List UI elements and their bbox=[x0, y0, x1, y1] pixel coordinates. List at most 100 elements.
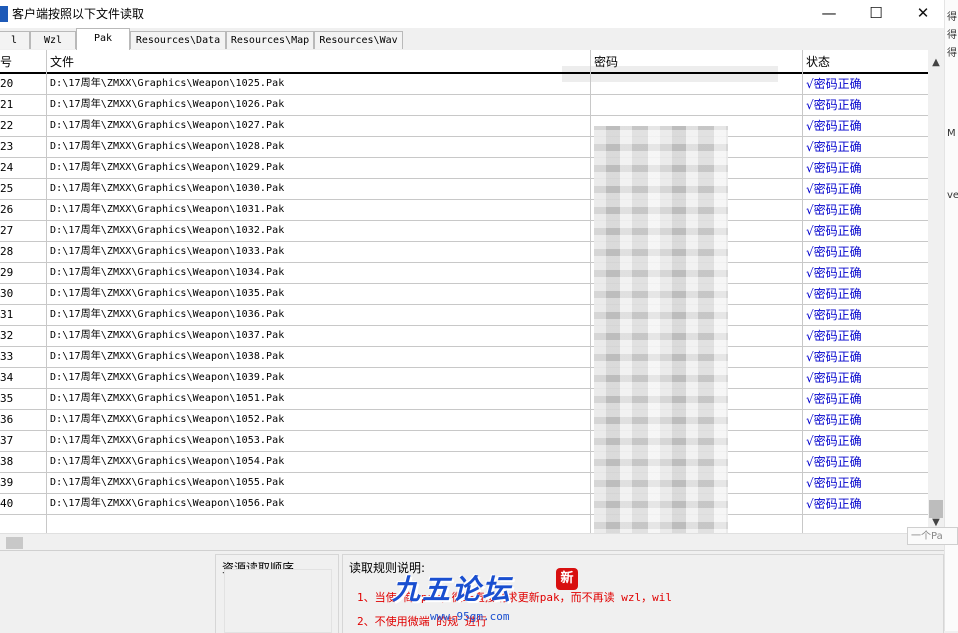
row-file-path: D:\17周年\ZMXX\Graphics\Weapon\1028.Pak bbox=[50, 141, 285, 152]
row-status: √密码正确 bbox=[806, 140, 862, 154]
row-file-path: D:\17周年\ZMXX\Graphics\Weapon\1036.Pak bbox=[50, 309, 285, 320]
horizontal-scroll-thumb[interactable] bbox=[6, 537, 23, 549]
row-index: 27 bbox=[0, 224, 14, 237]
table-row[interactable]: 36 D:\17周年\ZMXX\Graphics\Weapon\1052.Pak √… bbox=[0, 410, 928, 431]
table-row[interactable]: 34 D:\17周年\ZMXX\Graphics\Weapon\1039.Pak √… bbox=[0, 368, 928, 389]
row-status: √密码正确 bbox=[806, 455, 862, 469]
row-status: √密码正确 bbox=[806, 119, 862, 133]
table-row[interactable]: 24 D:\17周年\ZMXX\Graphics\Weapon\1029.Pak √… bbox=[0, 158, 928, 179]
horizontal-scrollbar[interactable] bbox=[0, 533, 928, 550]
row-index: 38 bbox=[0, 455, 14, 468]
row-status: √密码正确 bbox=[806, 329, 862, 343]
tab-resources-map[interactable]: Resources\Map bbox=[226, 31, 314, 49]
row-status: √密码正确 bbox=[806, 182, 862, 196]
row-file-path: D:\17周年\ZMXX\Graphics\Weapon\1034.Pak bbox=[50, 267, 285, 278]
window-title: 客户端按照以下文件读取 bbox=[12, 7, 145, 21]
column-header-file[interactable]: 文件 bbox=[50, 52, 74, 72]
tab-resources-data[interactable]: Resources\Data bbox=[130, 31, 226, 49]
background-text: M bbox=[947, 128, 956, 139]
background-text: 得1 bbox=[947, 30, 958, 41]
row-status: √密码正确 bbox=[806, 497, 862, 511]
table-row[interactable]: 20 D:\17周年\ZMXX\Graphics\Weapon\1025.Pak √… bbox=[0, 74, 928, 95]
row-status: √密码正确 bbox=[806, 350, 862, 364]
table-row[interactable]: 23 D:\17周年\ZMXX\Graphics\Weapon\1028.Pak √… bbox=[0, 137, 928, 158]
row-index: 29 bbox=[0, 266, 14, 279]
column-header-status[interactable]: 状态 bbox=[806, 52, 830, 72]
row-file-path: D:\17周年\ZMXX\Graphics\Weapon\1051.Pak bbox=[50, 393, 285, 404]
row-file-path: D:\17周年\ZMXX\Graphics\Weapon\1033.Pak bbox=[50, 246, 285, 257]
tab-resources-wav[interactable]: Resources\Wav bbox=[314, 31, 403, 49]
resource-order-group: 资源读取顺序 bbox=[215, 554, 339, 633]
row-status: √密码正确 bbox=[806, 371, 862, 385]
row-status: √密码正确 bbox=[806, 224, 862, 238]
row-file-path: D:\17周年\ZMXX\Graphics\Weapon\1025.Pak bbox=[50, 78, 285, 89]
file-table[interactable]: 号 文件 密码 状态 20 D:\17周年\ZMXX\Graphics\Weapo… bbox=[0, 50, 928, 533]
row-file-path: D:\17周年\ZMXX\Graphics\Weapon\1029.Pak bbox=[50, 162, 285, 173]
tab-pak[interactable]: Pak bbox=[76, 28, 130, 50]
row-status: √密码正确 bbox=[806, 287, 862, 301]
tooltip: 一个Pa bbox=[907, 527, 958, 545]
row-index: 22 bbox=[0, 119, 14, 132]
row-status: √密码正确 bbox=[806, 476, 862, 490]
table-row[interactable]: 21 D:\17周年\ZMXX\Graphics\Weapon\1026.Pak √… bbox=[0, 95, 928, 116]
table-row[interactable]: 35 D:\17周年\ZMXX\Graphics\Weapon\1051.Pak √… bbox=[0, 389, 928, 410]
row-index: 39 bbox=[0, 476, 14, 489]
row-status: √密码正确 bbox=[806, 203, 862, 217]
table-row[interactable]: 37 D:\17周年\ZMXX\Graphics\Weapon\1053.Pak √… bbox=[0, 431, 928, 452]
table-row[interactable]: 22 D:\17周年\ZMXX\Graphics\Weapon\1027.Pak √… bbox=[0, 116, 928, 137]
row-status: √密码正确 bbox=[806, 98, 862, 112]
column-header-password[interactable]: 密码 bbox=[594, 52, 618, 72]
close-button[interactable]: ✕ bbox=[900, 0, 946, 28]
table-row[interactable]: 39 D:\17周年\ZMXX\Graphics\Weapon\1055.Pak √… bbox=[0, 473, 928, 494]
table-row[interactable]: 32 D:\17周年\ZMXX\Graphics\Weapon\1037.Pak √… bbox=[0, 326, 928, 347]
row-file-path: D:\17周年\ZMXX\Graphics\Weapon\1039.Pak bbox=[50, 372, 285, 383]
row-index: 24 bbox=[0, 161, 14, 174]
table-row[interactable]: 29 D:\17周年\ZMXX\Graphics\Weapon\1034.Pak √… bbox=[0, 263, 928, 284]
column-header-index[interactable]: 号 bbox=[0, 52, 12, 72]
table-row[interactable]: 40 D:\17周年\ZMXX\Graphics\Weapon\1056.Pak √… bbox=[0, 494, 928, 515]
row-index: 25 bbox=[0, 182, 14, 195]
row-file-path: D:\17周年\ZMXX\Graphics\Weapon\1032.Pak bbox=[50, 225, 285, 236]
table-row[interactable]: 30 D:\17周年\ZMXX\Graphics\Weapon\1035.Pak √… bbox=[0, 284, 928, 305]
app-icon bbox=[0, 6, 8, 22]
watermark-logo: 九五论坛 bbox=[392, 573, 513, 606]
row-index: 37 bbox=[0, 434, 14, 447]
row-index: 35 bbox=[0, 392, 14, 405]
row-index: 26 bbox=[0, 203, 14, 216]
table-row[interactable]: 27 D:\17周年\ZMXX\Graphics\Weapon\1032.Pak √… bbox=[0, 221, 928, 242]
table-row[interactable]: 33 D:\17周年\ZMXX\Graphics\Weapon\1038.Pak √… bbox=[0, 347, 928, 368]
watermark-url: www.95gm.com bbox=[430, 610, 510, 623]
table-row[interactable]: 38 D:\17周年\ZMXX\Graphics\Weapon\1054.Pak √… bbox=[0, 452, 928, 473]
table-row[interactable]: 28 D:\17周年\ZMXX\Graphics\Weapon\1033.Pak √… bbox=[0, 242, 928, 263]
maximize-button[interactable]: ☐ bbox=[853, 0, 899, 28]
tab-wil[interactable]: l bbox=[0, 31, 30, 49]
table-row[interactable]: 26 D:\17周年\ZMXX\Graphics\Weapon\1031.Pak √… bbox=[0, 200, 928, 221]
background-text: 得1 bbox=[947, 12, 958, 23]
scroll-up-arrow-icon[interactable]: ▲ bbox=[928, 56, 944, 70]
tab-wzl[interactable]: Wzl bbox=[30, 31, 76, 49]
row-index: 40 bbox=[0, 497, 14, 510]
row-index: 30 bbox=[0, 287, 14, 300]
row-index: 34 bbox=[0, 371, 14, 384]
row-index: 23 bbox=[0, 140, 14, 153]
row-file-path: D:\17周年\ZMXX\Graphics\Weapon\1030.Pak bbox=[50, 183, 285, 194]
row-index: 32 bbox=[0, 329, 14, 342]
row-index: 36 bbox=[0, 413, 14, 426]
row-index: 20 bbox=[0, 77, 14, 90]
row-file-path: D:\17周年\ZMXX\Graphics\Weapon\1054.Pak bbox=[50, 456, 285, 467]
row-status: √密码正确 bbox=[806, 266, 862, 280]
row-status: √密码正确 bbox=[806, 308, 862, 322]
watermark-seal-icon: 新 bbox=[556, 568, 578, 590]
minimize-button[interactable]: — bbox=[806, 0, 852, 28]
row-file-path: D:\17周年\ZMXX\Graphics\Weapon\1026.Pak bbox=[50, 99, 285, 110]
row-file-path: D:\17周年\ZMXX\Graphics\Weapon\1053.Pak bbox=[50, 435, 285, 446]
vertical-scrollbar[interactable] bbox=[928, 50, 944, 533]
resource-order-list[interactable] bbox=[224, 569, 332, 633]
table-row[interactable]: 31 D:\17周年\ZMXX\Graphics\Weapon\1036.Pak √… bbox=[0, 305, 928, 326]
row-file-path: D:\17周年\ZMXX\Graphics\Weapon\1052.Pak bbox=[50, 414, 285, 425]
row-status: √密码正确 bbox=[806, 392, 862, 406]
password-redaction-overlay bbox=[594, 126, 728, 533]
table-row[interactable]: 25 D:\17周年\ZMXX\Graphics\Weapon\1030.Pak √… bbox=[0, 179, 928, 200]
row-status: √密码正确 bbox=[806, 77, 862, 91]
row-file-path: D:\17周年\ZMXX\Graphics\Weapon\1038.Pak bbox=[50, 351, 285, 362]
